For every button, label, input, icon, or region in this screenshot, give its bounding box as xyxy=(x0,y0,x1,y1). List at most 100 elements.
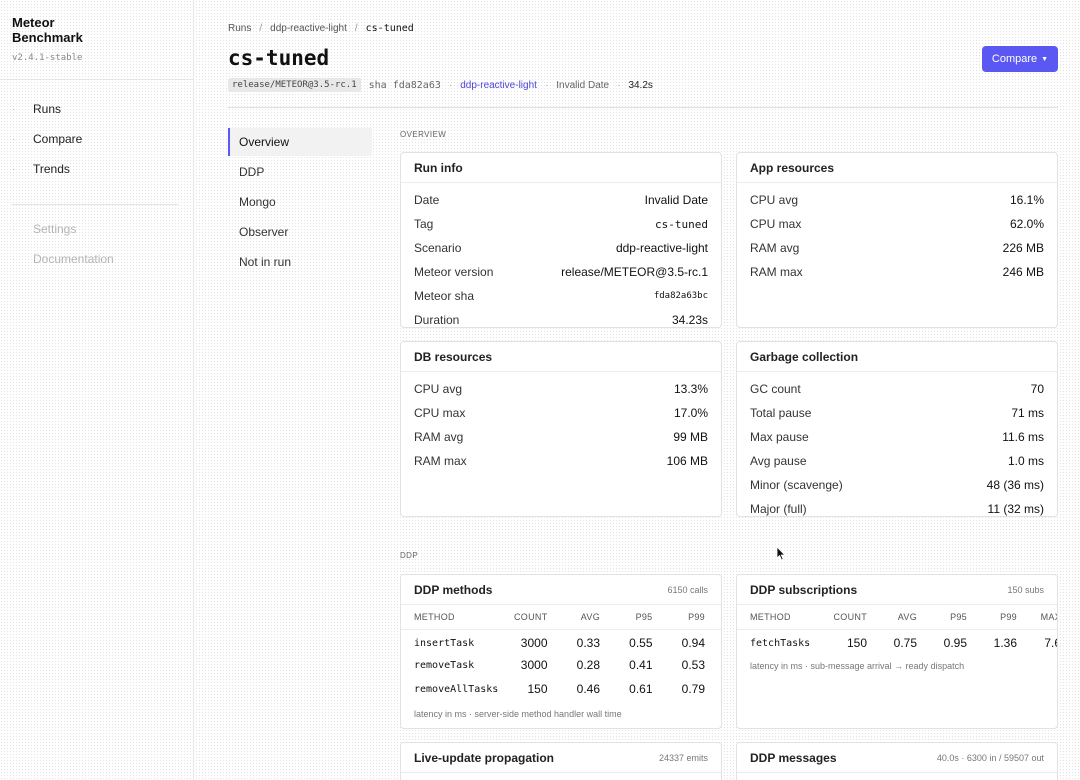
breadcrumb-separator: / xyxy=(259,23,263,34)
sidebar: Meteor Benchmark v2.4.1-stable · Runs · C… xyxy=(0,0,194,780)
db-resources-card: DB resources CPU avg 13.3% CPU max 17.0% R… xyxy=(400,341,722,517)
table-row: insertTask 3000 0.33 0.55 0.94 xyxy=(401,629,721,653)
compare-button[interactable]: Compare ▼ xyxy=(982,46,1058,72)
nav-item-documentation[interactable]: · Documentation xyxy=(12,249,182,269)
nav-item-trends[interactable]: · Trends xyxy=(12,159,182,179)
section-nav-not-in-run[interactable]: Not in run xyxy=(228,248,372,276)
bullet-icon: · xyxy=(12,103,16,115)
kv-value: 106 MB xyxy=(666,454,708,468)
nav-item-compare[interactable]: · Compare xyxy=(12,129,182,149)
kv-value: cs-tuned xyxy=(655,217,708,231)
header-divider xyxy=(228,107,1058,108)
column-header[interactable]: P99 xyxy=(668,605,721,630)
page-title: cs-tuned xyxy=(228,46,330,70)
mouse-cursor-icon xyxy=(776,546,786,561)
kv-value: 34.23s xyxy=(671,313,708,327)
kv-row: CPU max 17.0% xyxy=(401,401,721,425)
card-title: Garbage collection xyxy=(750,349,859,364)
column-header[interactable]: COUNT xyxy=(511,605,564,630)
section-nav: Overview DDP Mongo Observer Not in run xyxy=(228,128,372,278)
breadcrumb-scenario[interactable]: ddp-reactive-light xyxy=(270,23,347,34)
breadcrumb-current: cs-tuned xyxy=(365,23,414,34)
table-row: removeAllTasks 150 0.46 0.61 0.79 xyxy=(401,677,721,701)
table-cell: 0.75 xyxy=(893,636,917,651)
section-nav-observer[interactable]: Observer xyxy=(228,218,372,246)
kv-value: 246 MB xyxy=(1002,265,1044,279)
card-header: DDP messages 40.0s · 6300 in / 59507 out xyxy=(737,743,1057,773)
column-header[interactable]: AVG xyxy=(883,605,933,630)
sidebar-divider xyxy=(0,79,194,80)
brand: Meteor Benchmark v2.4.1-stable xyxy=(12,15,182,63)
ddp-messages-card: DDP messages 40.0s · 6300 in / 59507 out xyxy=(736,742,1058,780)
column-header[interactable]: AVG xyxy=(563,605,616,630)
section-nav-mongo[interactable]: Mongo xyxy=(228,188,372,216)
column-header[interactable]: MAX xyxy=(1033,605,1057,630)
kv-value: 226 MB xyxy=(1002,241,1044,255)
kv-value: 48 (36 ms) xyxy=(986,478,1044,492)
scenario-link[interactable]: ddp-reactive-light xyxy=(460,80,537,91)
kv-row: Max pause 11.6 ms xyxy=(737,425,1057,449)
kv-value: 11.6 ms xyxy=(1002,430,1044,444)
column-header[interactable]: P95 xyxy=(616,605,669,630)
card-title: App resources xyxy=(750,160,835,175)
kv-value: ddp-reactive-light xyxy=(615,241,708,255)
table-cell: 150 xyxy=(846,636,867,651)
nav-item-settings[interactable]: · Settings xyxy=(12,219,182,239)
table-footnote: latency in ms · server-side method handl… xyxy=(414,709,622,719)
bullet-icon: · xyxy=(12,133,16,145)
table-cell: 0.94 xyxy=(681,636,705,651)
table-cell: 150 xyxy=(527,682,548,696)
kv-value: 1.0 ms xyxy=(1007,454,1044,468)
kv-value: 13.3% xyxy=(673,382,708,396)
column-header[interactable]: METHOD xyxy=(401,605,511,630)
bullet-icon: · xyxy=(12,163,16,175)
table-cell: 7.6 xyxy=(1044,636,1057,651)
table-header-row: METHOD COUNT AVG P95 P99 MAX xyxy=(737,605,1057,630)
column-header[interactable]: COUNT xyxy=(833,605,883,630)
kv-list: GC count 70 Total pause 71 ms Max pause 11.… xyxy=(737,372,1057,516)
column-header[interactable]: P95 xyxy=(933,605,983,630)
nav-item-label: Documentation xyxy=(33,252,114,266)
kv-key: Avg pause xyxy=(750,454,807,468)
emit-count: 24337 emits xyxy=(658,752,708,763)
kv-key: RAM max xyxy=(750,265,803,279)
kv-value: Invalid Date xyxy=(644,193,708,207)
nav-item-runs[interactable]: · Runs xyxy=(12,99,182,119)
section-nav-ddp[interactable]: DDP xyxy=(228,158,372,186)
kv-row: Minor (scavenge) 48 (36 ms) xyxy=(737,473,1057,497)
call-count: 6150 calls xyxy=(667,584,708,595)
column-header[interactable]: P99 xyxy=(983,605,1033,630)
run-duration: 34.2s xyxy=(628,79,653,91)
kv-row: RAM max 246 MB xyxy=(737,260,1057,284)
kv-value: 62.0% xyxy=(1009,217,1044,231)
kv-key: Minor (scavenge) xyxy=(750,478,843,492)
card-header: Garbage collection xyxy=(737,342,1057,372)
kv-row: CPU avg 16.1% xyxy=(737,188,1057,212)
kv-list: Date Invalid Date Tag cs-tuned Scenario ddp… xyxy=(401,183,721,327)
kv-row: Avg pause 1.0 ms xyxy=(737,449,1057,473)
card-header: DDP methods 6150 calls xyxy=(401,575,721,605)
table-scroll-area[interactable]: METHOD COUNT AVG P95 P99 MAX fetchTasks … xyxy=(737,605,1057,653)
kv-value: 70 xyxy=(1030,382,1044,396)
ddp-methods-card: DDP methods 6150 calls METHOD COUNT AVG … xyxy=(400,574,722,729)
section-nav-overview[interactable]: Overview xyxy=(228,128,372,156)
breadcrumb-runs[interactable]: Runs xyxy=(228,23,251,34)
kv-key: Scenario xyxy=(414,241,462,255)
kv-key: Meteor sha xyxy=(414,289,475,303)
table-row: removeTask 3000 0.28 0.41 0.53 xyxy=(401,653,721,677)
kv-row: Meteor version release/METEOR@3.5-rc.1 xyxy=(401,260,721,284)
table-cell: 0.46 xyxy=(576,682,600,696)
kv-row: CPU avg 13.3% xyxy=(401,377,721,401)
card-title: Live-update propagation xyxy=(414,750,555,765)
table-header-row: METHOD COUNT AVG P95 P99 xyxy=(401,605,721,630)
kv-key: RAM avg xyxy=(750,241,800,255)
table-cell: 0.41 xyxy=(629,658,653,672)
kv-key: Meteor version xyxy=(414,265,494,279)
separator: · xyxy=(448,79,453,91)
method-name: fetchTasks xyxy=(750,637,811,649)
kv-key: RAM max xyxy=(414,454,467,468)
card-header: App resources xyxy=(737,153,1057,183)
breadcrumb: Runs / ddp-reactive-light / cs-tuned xyxy=(228,23,414,34)
column-header[interactable]: METHOD xyxy=(737,605,833,630)
table-row: fetchTasks 150 0.75 0.95 1.36 7.6 xyxy=(737,629,1057,653)
